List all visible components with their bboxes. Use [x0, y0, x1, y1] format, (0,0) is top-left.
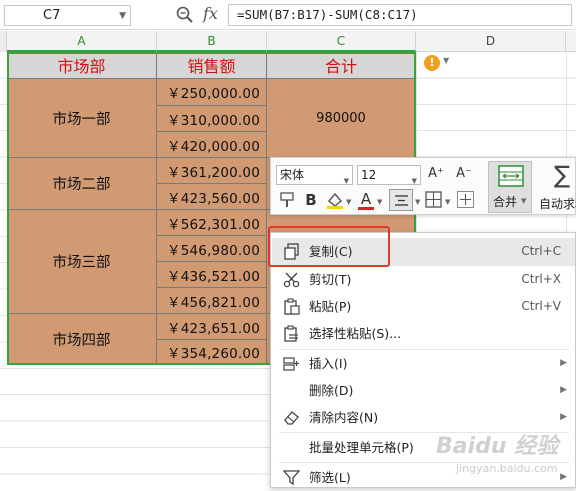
- sales-cell[interactable]: ￥420,000.00: [157, 132, 267, 158]
- paste-special-icon: [284, 325, 298, 342]
- font-size-value: 12: [361, 168, 377, 182]
- menu-item-paste-special[interactable]: 选择性粘贴(S)...: [271, 320, 576, 347]
- menu-separator: [279, 432, 569, 433]
- font-size-select[interactable]: 12 ▼: [357, 165, 421, 185]
- menu-item-cut[interactable]: 剪切(T) Ctrl+X: [271, 266, 576, 293]
- menu-item-label: 清除内容(N): [309, 410, 379, 425]
- menu-item-delete[interactable]: 删除(D) ▶: [271, 377, 576, 404]
- merge-button[interactable]: 合并 ▼: [488, 161, 532, 213]
- sales-cell[interactable]: ￥436,521.00: [157, 262, 267, 288]
- menu-item-filter[interactable]: 筛选(L) ▶: [271, 464, 576, 491]
- formula-bar: C7 ▼ fx =SUM(B7:B17)-SUM(C8:C17): [0, 0, 576, 30]
- chevron-down-icon[interactable]: ▼: [346, 198, 351, 206]
- eraser-icon: [284, 411, 299, 425]
- menu-item-label: 批量处理单元格(P): [309, 440, 414, 455]
- autosum-button[interactable]: ∑ 自动求和: [536, 161, 576, 213]
- menu-item-label: 筛选(L): [309, 470, 351, 485]
- column-header-a[interactable]: A: [7, 31, 157, 52]
- zoom-icon[interactable]: [175, 5, 195, 25]
- total-cell[interactable]: 980000: [267, 79, 416, 158]
- bold-button[interactable]: B: [301, 189, 321, 211]
- copy-icon: [284, 243, 299, 260]
- borders-icon[interactable]: [425, 191, 442, 208]
- merge-label: 合并: [493, 195, 518, 209]
- column-header-row: A B C D: [0, 31, 576, 52]
- header-cell-sales[interactable]: 销售额: [157, 52, 267, 79]
- menu-item-label: 插入(I): [309, 356, 348, 371]
- submenu-arrow-icon: ▶: [560, 358, 567, 368]
- chevron-down-icon[interactable]: ▼: [377, 198, 382, 206]
- chevron-down-icon[interactable]: ▼: [521, 197, 526, 205]
- chevron-down-icon[interactable]: ▼: [443, 56, 449, 65]
- menu-item-label: 粘贴(P): [309, 299, 352, 314]
- mini-toolbar: 宋体 ▼ 12 ▼ A⁺ A⁻ B ▼ A ▼ ▼ ▼ 合并 ▼ ∑ 自动求: [270, 157, 576, 215]
- shrink-font-button[interactable]: A⁻: [453, 163, 475, 185]
- submenu-arrow-icon: ▶: [560, 412, 567, 422]
- formula-input[interactable]: =SUM(B7:B17)-SUM(C8:C17): [228, 4, 572, 26]
- menu-item-shortcut: Ctrl+X: [521, 272, 561, 286]
- sales-cell[interactable]: ￥310,000.00: [157, 106, 267, 132]
- submenu-arrow-icon: ▶: [560, 472, 567, 482]
- paste-icon: [284, 298, 300, 315]
- menu-item-batch-process[interactable]: 批量处理单元格(P): [271, 434, 576, 461]
- filter-icon: [283, 470, 300, 486]
- align-center-icon: [395, 195, 408, 206]
- menu-item-label: 剪切(T): [309, 272, 352, 287]
- menu-item-shortcut: Ctrl+C: [521, 244, 561, 258]
- header-cell-total[interactable]: 合计: [267, 52, 416, 79]
- name-box[interactable]: C7 ▼: [4, 5, 131, 26]
- column-header-c[interactable]: C: [267, 31, 416, 52]
- menu-item-clear-contents[interactable]: 清除内容(N) ▶: [271, 404, 576, 431]
- dept-cell[interactable]: 市场三部: [7, 210, 157, 314]
- merge-cells-icon: [498, 165, 524, 187]
- chevron-down-icon[interactable]: ▼: [344, 172, 349, 190]
- font-name-select[interactable]: 宋体 ▼: [276, 165, 353, 185]
- chevron-down-icon[interactable]: ▼: [412, 172, 417, 190]
- select-all-corner[interactable]: [0, 31, 7, 52]
- column-header-d[interactable]: D: [416, 31, 566, 52]
- sales-cell[interactable]: ￥361,200.00: [157, 158, 267, 184]
- name-box-value: C7: [43, 8, 61, 23]
- dept-cell[interactable]: 市场二部: [7, 158, 157, 210]
- sales-cell[interactable]: ￥423,651.00: [157, 314, 267, 340]
- autosum-label: 自动求和: [539, 197, 576, 211]
- insert-icon: [283, 357, 299, 371]
- cell-format-button[interactable]: [457, 191, 474, 208]
- menu-item-label: 删除(D): [309, 383, 354, 398]
- menu-item-label: 复制(C): [309, 244, 353, 259]
- fx-icon[interactable]: fx: [203, 4, 218, 23]
- sales-cell[interactable]: ￥562,301.00: [157, 210, 267, 236]
- format-painter-icon[interactable]: [278, 191, 296, 209]
- error-check-icon[interactable]: !: [424, 55, 440, 71]
- dept-cell[interactable]: 市场四部: [7, 314, 157, 365]
- menu-separator: [279, 462, 569, 463]
- menu-item-shortcut: Ctrl+V: [521, 299, 561, 313]
- menu-item-paste[interactable]: 粘贴(P) Ctrl+V: [271, 293, 576, 320]
- font-color-letter: A: [360, 190, 372, 208]
- sales-cell[interactable]: ￥456,821.00: [157, 288, 267, 314]
- font-name-value: 宋体: [280, 168, 305, 182]
- header-cell-dept[interactable]: 市场部: [7, 52, 157, 79]
- context-menu: 复制(C) Ctrl+C 剪切(T) Ctrl+X 粘贴(P) Ctrl+V 选…: [270, 232, 576, 488]
- column-header-b[interactable]: B: [157, 31, 267, 52]
- sales-cell[interactable]: ￥250,000.00: [157, 79, 267, 106]
- cell-format-icon: [460, 194, 471, 205]
- menu-item-label: 选择性粘贴(S)...: [309, 326, 402, 341]
- dept-cell[interactable]: 市场一部: [7, 79, 157, 158]
- grow-font-button[interactable]: A⁺: [425, 163, 447, 185]
- menu-item-copy[interactable]: 复制(C) Ctrl+C: [271, 238, 576, 265]
- sigma-icon: ∑: [554, 161, 571, 189]
- chevron-down-icon[interactable]: ▼: [445, 198, 450, 206]
- sales-cell[interactable]: ￥354,260.00: [157, 340, 267, 365]
- scissors-icon: [283, 272, 300, 288]
- menu-item-insert[interactable]: 插入(I) ▶: [271, 350, 576, 377]
- sales-cell[interactable]: ￥546,980.00: [157, 236, 267, 262]
- chevron-down-icon[interactable]: ▼: [415, 198, 420, 206]
- submenu-arrow-icon: ▶: [560, 385, 567, 395]
- font-color-swatch: [358, 207, 374, 210]
- fill-color-icon[interactable]: [325, 191, 345, 209]
- align-center-button[interactable]: [389, 189, 413, 211]
- sales-cell[interactable]: ￥423,560.00: [157, 184, 267, 210]
- chevron-down-icon[interactable]: ▼: [119, 8, 126, 24]
